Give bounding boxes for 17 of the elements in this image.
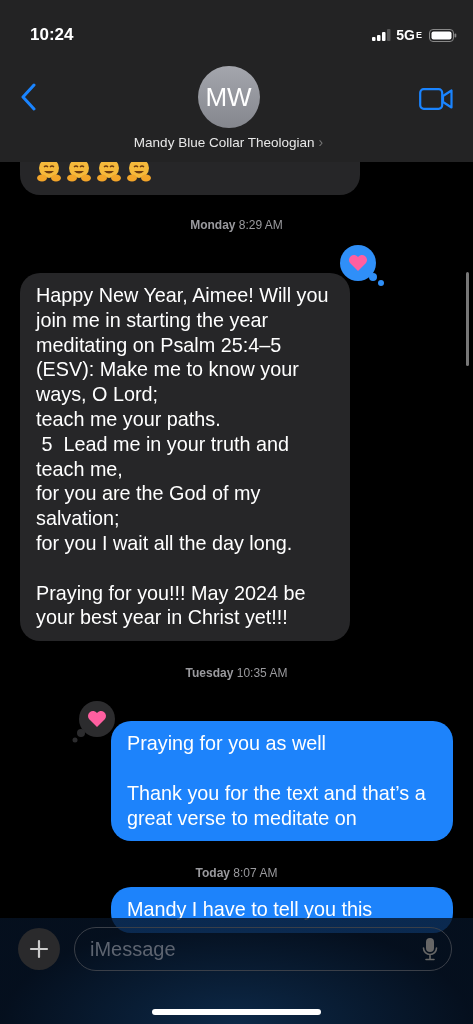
add-button[interactable] <box>18 928 60 970</box>
signal-icon <box>372 29 393 41</box>
network-suffix: E <box>416 30 422 40</box>
message-field[interactable]: iMessage <box>74 927 452 971</box>
chevron: › <box>318 134 324 150</box>
network-label: 5G <box>396 27 415 43</box>
plus-icon <box>29 939 49 959</box>
heart-reaction-icon <box>338 243 386 287</box>
microphone-icon[interactable] <box>422 937 438 961</box>
contact-name[interactable]: Mandy Blue Collar Theologian <box>133 134 315 150</box>
video-camera-icon[interactable] <box>419 88 453 110</box>
timestamp: Tuesday 10:35 AM <box>185 665 288 682</box>
timestamp: Monday 8:29 AM <box>190 217 283 233</box>
status-time: 10:24 <box>30 25 74 45</box>
battery-icon <box>429 28 457 42</box>
timestamp: Today 8:07 AM <box>195 865 278 882</box>
back-icon[interactable] <box>20 83 38 111</box>
